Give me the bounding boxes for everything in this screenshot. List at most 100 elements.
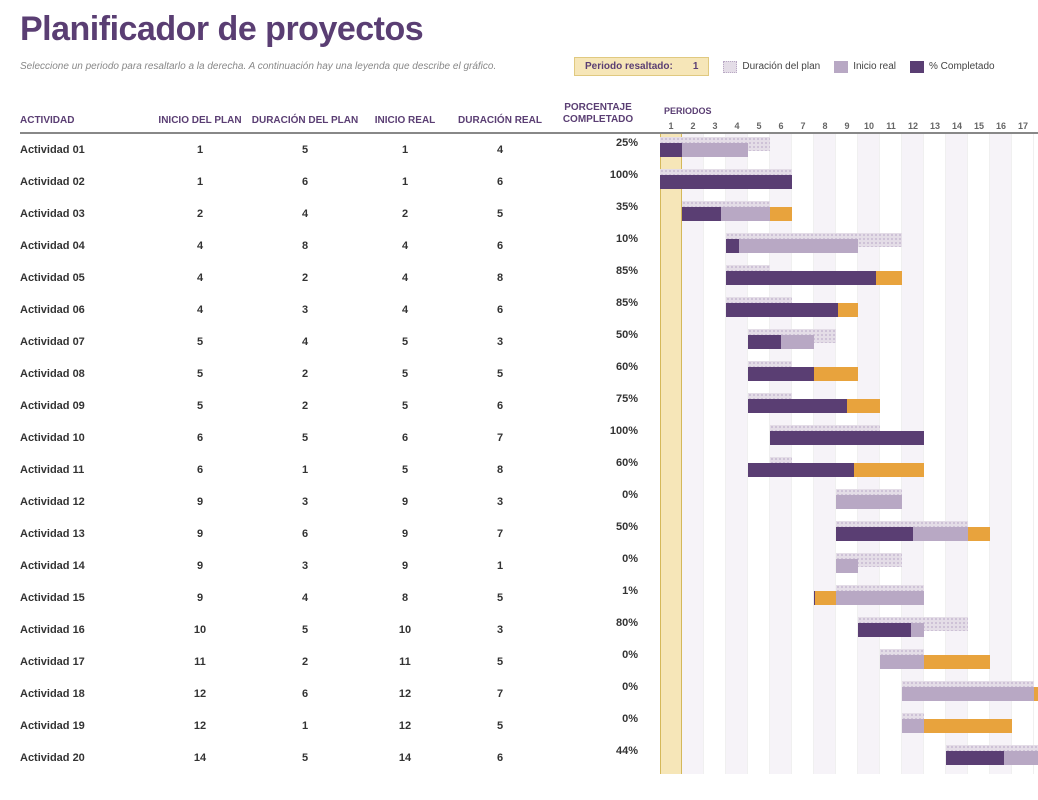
- cell-activity: Actividad 01: [20, 144, 150, 156]
- cell-pct: 0%: [550, 553, 646, 566]
- cell-plan-dur: 8: [250, 240, 360, 252]
- period-number[interactable]: 10: [858, 121, 880, 131]
- cell-activity: Actividad 16: [20, 624, 150, 636]
- table-row[interactable]: Actividad 09525675%: [20, 390, 660, 422]
- subheader: Seleccione un periodo para resaltarlo a …: [0, 53, 1038, 86]
- cell-activity: Actividad 03: [20, 208, 150, 220]
- cell-actual-dur: 7: [450, 432, 550, 444]
- cell-plan-dur: 6: [250, 688, 360, 700]
- gantt-chart: [660, 134, 1038, 774]
- legend-item-comp: % Completado: [910, 61, 995, 73]
- cell-plan-start: 1: [150, 144, 250, 156]
- table-row[interactable]: Actividad 07545350%: [20, 326, 660, 358]
- table-row[interactable]: Actividad 01151425%: [20, 134, 660, 166]
- gantt-row: [660, 326, 1038, 358]
- cell-activity: Actividad 12: [20, 496, 150, 508]
- gantt-row: [660, 230, 1038, 262]
- period-number[interactable]: 14: [946, 121, 968, 131]
- cell-pct: 75%: [550, 393, 646, 406]
- cell-actual-start: 1: [360, 144, 450, 156]
- cell-plan-dur: 2: [250, 368, 360, 380]
- gantt-row: [660, 294, 1038, 326]
- cell-plan-start: 12: [150, 688, 250, 700]
- table-row[interactable]: Actividad 13969750%: [20, 518, 660, 550]
- cell-activity: Actividad 11: [20, 464, 150, 476]
- gantt-row: [660, 550, 1038, 582]
- table-row[interactable]: Actividad 1594851%: [20, 582, 660, 614]
- cell-pct: 80%: [550, 617, 646, 630]
- table-row[interactable]: Actividad 1493910%: [20, 550, 660, 582]
- table-row[interactable]: Actividad 06434685%: [20, 294, 660, 326]
- highlight-period-box[interactable]: Periodo resaltado: 1: [574, 57, 709, 76]
- gantt-row: [660, 518, 1038, 550]
- period-number[interactable]: 17: [1012, 121, 1034, 131]
- cell-actual-dur: 5: [450, 208, 550, 220]
- period-number[interactable]: 13: [924, 121, 946, 131]
- table-row[interactable]: Actividad 1610510380%: [20, 614, 660, 646]
- table-row[interactable]: Actividad 106567100%: [20, 422, 660, 454]
- cell-plan-start: 9: [150, 528, 250, 540]
- table-row[interactable]: Actividad 03242535%: [20, 198, 660, 230]
- cell-pct: 85%: [550, 297, 646, 310]
- period-number[interactable]: 4: [726, 121, 748, 131]
- period-number[interactable]: 3: [704, 121, 726, 131]
- table-row[interactable]: Actividad 2014514644%: [20, 742, 660, 774]
- table-row[interactable]: Actividad 05424885%: [20, 262, 660, 294]
- cell-activity: Actividad 07: [20, 336, 150, 348]
- col-pct: PORCENTAJE COMPLETADO: [550, 102, 646, 126]
- period-number[interactable]: 8: [814, 121, 836, 131]
- bar-completed: [770, 431, 924, 445]
- gantt-row: [660, 454, 1038, 486]
- period-number[interactable]: 15: [968, 121, 990, 131]
- table-row[interactable]: Actividad 171121150%: [20, 646, 660, 678]
- table-row[interactable]: Actividad 021616100%: [20, 166, 660, 198]
- period-number[interactable]: 5: [748, 121, 770, 131]
- period-number[interactable]: 1: [660, 121, 682, 131]
- cell-actual-dur: 7: [450, 688, 550, 700]
- cell-plan-dur: 1: [250, 464, 360, 476]
- cell-actual-start: 14: [360, 752, 450, 764]
- gantt-row: [660, 262, 1038, 294]
- period-number[interactable]: 12: [902, 121, 924, 131]
- gantt-row: [660, 646, 1038, 678]
- bar-completed: [814, 591, 815, 605]
- period-number[interactable]: 7: [792, 121, 814, 131]
- bar-completed: [660, 175, 792, 189]
- table-row[interactable]: Actividad 11615860%: [20, 454, 660, 486]
- cell-plan-dur: 6: [250, 528, 360, 540]
- cell-actual-start: 9: [360, 528, 450, 540]
- legend-comp-label: % Completado: [929, 61, 995, 72]
- cell-actual-dur: 3: [450, 624, 550, 636]
- col-plan-dur: DURACIÓN DEL PLAN: [250, 115, 360, 126]
- table-row[interactable]: Actividad 1293930%: [20, 486, 660, 518]
- bar-completed: [682, 207, 721, 221]
- bar-completed: [726, 239, 739, 253]
- cell-activity: Actividad 14: [20, 560, 150, 572]
- cell-actual-dur: 5: [450, 656, 550, 668]
- header: Planificador de proyectos: [0, 0, 1038, 53]
- table-row[interactable]: Actividad 191211250%: [20, 710, 660, 742]
- period-number[interactable]: 6: [770, 121, 792, 131]
- cell-actual-start: 9: [360, 560, 450, 572]
- gantt-row: [660, 358, 1038, 390]
- cell-plan-start: 4: [150, 272, 250, 284]
- cell-plan-start: 9: [150, 496, 250, 508]
- table-row[interactable]: Actividad 181261270%: [20, 678, 660, 710]
- content: ACTIVIDAD INICIO DEL PLAN DURACIÓN DEL P…: [0, 86, 1038, 774]
- table-row[interactable]: Actividad 04484610%: [20, 230, 660, 262]
- cell-plan-start: 6: [150, 432, 250, 444]
- bar-overrun: [924, 655, 990, 669]
- period-number[interactable]: 11: [880, 121, 902, 131]
- swatch-plan-icon: [723, 61, 737, 73]
- cell-pct: 50%: [550, 521, 646, 534]
- period-number[interactable]: 9: [836, 121, 858, 131]
- gantt-row: [660, 582, 1038, 614]
- bar-completed: [748, 367, 814, 381]
- cell-plan-start: 10: [150, 624, 250, 636]
- table-body: Actividad 01151425%Actividad 021616100%A…: [20, 134, 660, 774]
- period-number[interactable]: 16: [990, 121, 1012, 131]
- table-row[interactable]: Actividad 08525560%: [20, 358, 660, 390]
- period-number[interactable]: 2: [682, 121, 704, 131]
- cell-actual-dur: 5: [450, 592, 550, 604]
- cell-activity: Actividad 05: [20, 272, 150, 284]
